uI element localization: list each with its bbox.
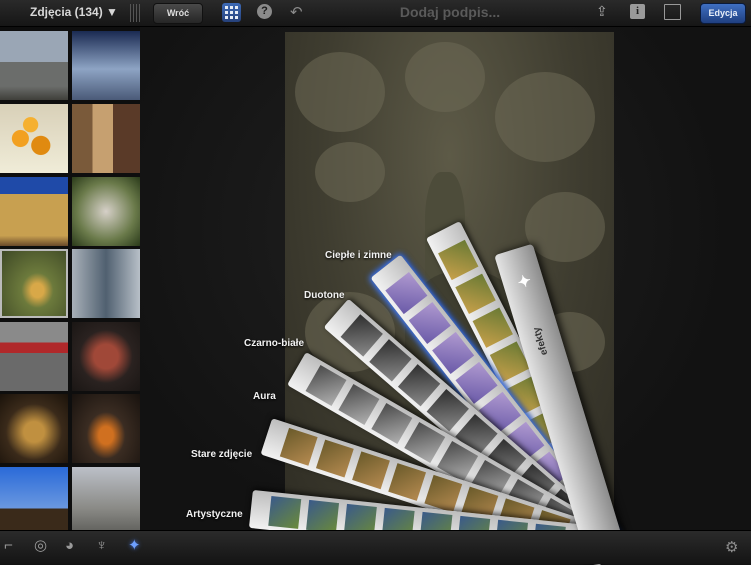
photo-thumbnail[interactable] [0,394,68,463]
flag-icon[interactable] [664,4,681,20]
help-button[interactable]: ? [257,4,272,19]
gear-icon[interactable]: ⚙ [725,538,738,556]
photo-thumbnail[interactable] [72,467,140,530]
brushes-icon[interactable]: ♆ [96,538,107,554]
photo-thumbnail[interactable] [0,322,68,391]
photo-thumbnail[interactable] [72,322,140,391]
photo-thumbnail[interactable] [72,104,140,173]
color-palette-icon[interactable]: ◕ [65,538,74,554]
album-title-button[interactable]: Zdjęcia (134) ▼ [30,5,118,19]
exposure-icon[interactable]: ◎ [34,538,47,554]
undo-icon[interactable]: ↶ [290,3,303,21]
photo-thumbnail-selected[interactable] [0,249,68,318]
photo-thumbnail[interactable] [72,31,140,100]
effect-label-aura[interactable]: Aura [253,391,276,402]
effect-label-old-photo[interactable]: Stare zdjęcie [191,449,252,460]
effects-icon[interactable]: ✦ [128,538,141,554]
share-icon[interactable]: ⇪ [596,3,608,20]
edited-photo [285,32,614,529]
bottom-toolbar [0,530,751,564]
effect-label-warm-cool[interactable]: Ciepłe i zimne [325,250,392,261]
caption-field[interactable]: Dodaj podpis... [330,4,570,20]
edit-button[interactable]: Edycja [700,3,746,24]
effect-label-duotone[interactable]: Duotone [304,290,345,301]
info-button[interactable]: i [630,4,645,19]
back-button[interactable]: Wróć [153,3,203,24]
photo-thumbnail[interactable] [0,31,68,100]
photo-thumbnail[interactable] [72,394,140,463]
photo-thumbnail[interactable] [72,177,140,246]
resize-grip-icon[interactable] [130,4,140,22]
photo-thumbnail[interactable] [0,177,68,246]
effect-label-artistic[interactable]: Artystyczne [186,509,243,520]
photo-thumbnail[interactable] [72,249,140,318]
effect-label-black-white[interactable]: Czarno-białe [244,338,304,349]
grid-view-button[interactable] [222,3,241,22]
crop-icon[interactable]: ⌐ [4,538,13,554]
photo-thumbnail[interactable] [0,467,68,530]
photo-thumbnail-grid [0,27,140,530]
photo-thumbnail[interactable] [0,104,68,173]
